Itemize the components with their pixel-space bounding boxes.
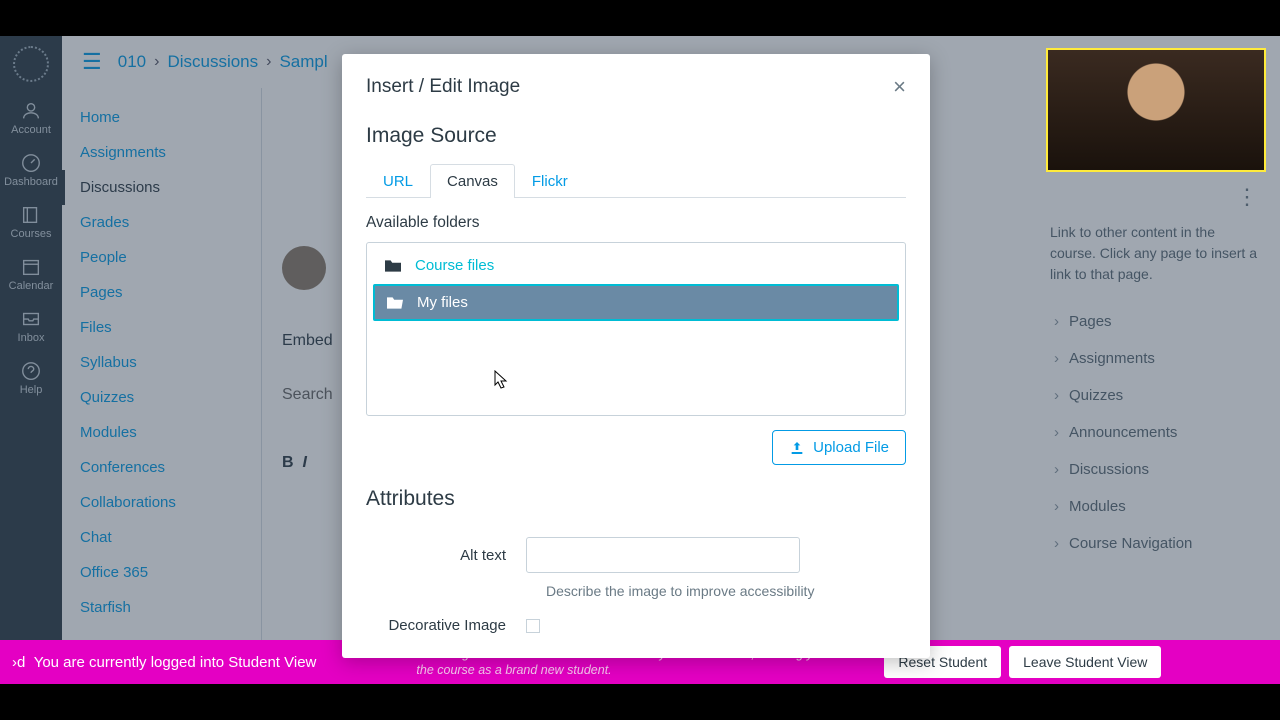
decorative-label: Decorative Image bbox=[366, 617, 526, 634]
mouse-cursor-icon bbox=[494, 370, 508, 390]
alt-text-input[interactable] bbox=[526, 537, 800, 573]
student-view-label: ›d You are currently logged into Student… bbox=[12, 654, 316, 671]
folder-icon bbox=[383, 258, 403, 274]
upload-icon bbox=[789, 440, 805, 456]
alt-text-label: Alt text bbox=[366, 547, 526, 564]
upload-file-button[interactable]: Upload File bbox=[772, 430, 906, 465]
tab-flickr[interactable]: Flickr bbox=[515, 164, 585, 198]
tab-canvas[interactable]: Canvas bbox=[430, 164, 515, 198]
available-folders-label: Available folders bbox=[366, 214, 906, 232]
alt-text-help: Describe the image to improve accessibil… bbox=[546, 583, 906, 599]
source-tabs: URL Canvas Flickr bbox=[366, 164, 906, 198]
leave-student-view-button[interactable]: Leave Student View bbox=[1009, 646, 1161, 678]
close-icon[interactable]: × bbox=[893, 74, 906, 100]
modal-title: Insert / Edit Image bbox=[366, 76, 520, 98]
section-image-source: Image Source bbox=[366, 124, 906, 148]
tab-url[interactable]: URL bbox=[366, 164, 430, 198]
folder-open-icon bbox=[385, 295, 405, 311]
decorative-checkbox[interactable] bbox=[526, 619, 540, 633]
webcam-thumbnail bbox=[1046, 48, 1266, 172]
folder-my-files[interactable]: My files bbox=[373, 284, 899, 321]
folder-course-files[interactable]: Course files bbox=[373, 249, 899, 282]
folder-tree: Course files My files bbox=[366, 242, 906, 416]
section-attributes: Attributes bbox=[366, 487, 906, 511]
insert-image-modal: Insert / Edit Image × Image Source URL C… bbox=[342, 54, 930, 658]
